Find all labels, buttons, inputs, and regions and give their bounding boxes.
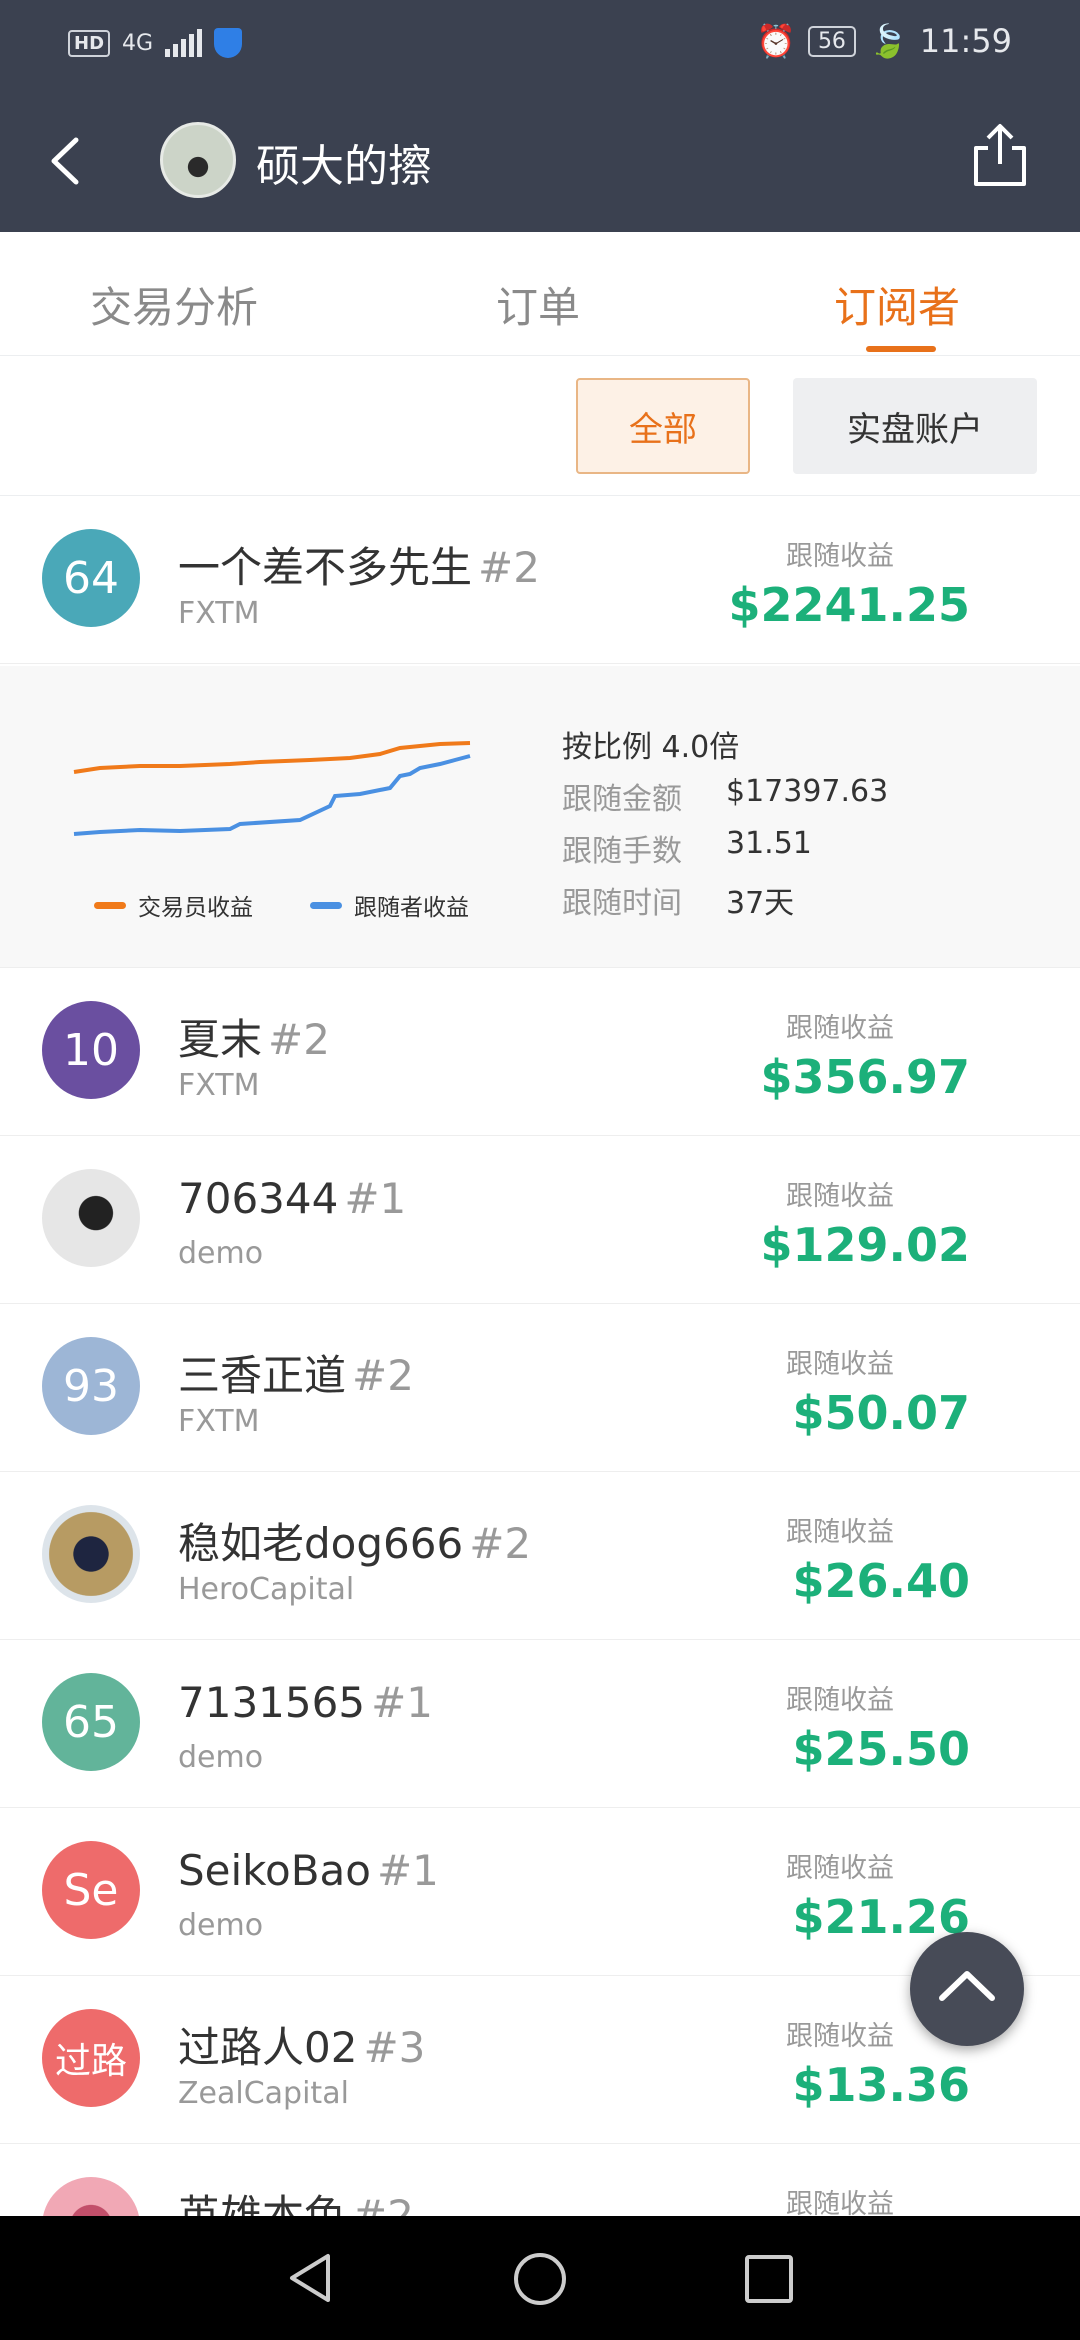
follow-time-row: 跟随时间 37天 — [562, 886, 795, 921]
subscriber-broker: demo — [178, 1908, 264, 1943]
profit-label: 跟随收益 — [786, 2021, 894, 2052]
follow-amount-row: 跟随金额 $17397.63 — [562, 774, 889, 817]
subscriber-rank: #1 — [344, 1174, 407, 1223]
scroll-to-top-button[interactable] — [910, 1932, 1024, 2046]
subscriber-name: 706344 #1 — [178, 1174, 407, 1223]
nav-back-icon[interactable] — [282, 2250, 342, 2306]
subscriber-broker: ZealCapital — [178, 2076, 349, 2111]
subscriber-row[interactable]: 稳如老dog666 #2 HeroCapital 跟随收益 $26.40 — [0, 1472, 1080, 1640]
nav-recents-icon[interactable] — [742, 2252, 796, 2306]
avatar — [42, 1505, 140, 1603]
app-bar: 硕大的擦 — [0, 90, 1080, 232]
subscriber-rank: #1 — [376, 1846, 439, 1895]
profit-value: $25.50 — [792, 1722, 970, 1776]
subscriber-rank: #2 — [469, 1519, 532, 1568]
tab-bar: 交易分析 订单 订阅者 — [0, 232, 1080, 356]
subscriber-broker: FXTM — [178, 1404, 260, 1439]
subscriber-broker: HeroCapital — [178, 1572, 355, 1607]
subscriber-detail-panel: 交易员收益 跟随者收益 按比例 4.0倍 跟随金额 $17397.63 跟随手数 3… — [0, 666, 1080, 968]
subscriber-name: 三香正道 #2 — [178, 1351, 414, 1400]
profit-label: 跟随收益 — [786, 1853, 894, 1884]
subscriber-row[interactable]: 65 7131565 #1 demo 跟随收益 $25.50 — [0, 1640, 1080, 1808]
subscriber-rank: #3 — [363, 2023, 426, 2072]
follow-ratio: 按比例 4.0倍 — [562, 730, 740, 765]
subscriber-row[interactable]: 64 一个差不多先生 #2 FXTM 跟随收益 $2241.25 — [0, 496, 1080, 664]
profit-value: $2241.25 — [728, 578, 970, 632]
signal-icon — [165, 29, 203, 57]
legend-trader: 交易员收益 — [94, 888, 253, 922]
subscriber-row[interactable]: 93 三香正道 #2 FXTM 跟随收益 $50.07 — [0, 1304, 1080, 1472]
tab-orders[interactable]: 订单 — [496, 274, 580, 335]
trader-avatar[interactable] — [160, 122, 236, 198]
leaf-icon: 🍃 — [867, 22, 908, 60]
filter-real-account-button[interactable]: 实盘账户 — [793, 378, 1037, 474]
battery-icon: 56 — [807, 25, 856, 57]
subscriber-name: 7131565 #1 — [178, 1678, 433, 1727]
subscriber-row[interactable]: 706344 #1 demo 跟随收益 $129.02 — [0, 1136, 1080, 1304]
filter-bar: 全部 实盘账户 — [0, 356, 1080, 496]
avatar: 93 — [42, 1337, 140, 1435]
subscriber-name: 一个差不多先生 #2 — [178, 543, 540, 592]
profit-value: $50.07 — [792, 1386, 970, 1440]
status-bar: HD 4G ⏰ 56 🍃 11:59 — [0, 0, 1080, 90]
subscriber-name: 夏末 #2 — [178, 1015, 330, 1064]
legend-swatch-follower — [310, 901, 342, 909]
nav-home-icon[interactable] — [511, 2250, 569, 2308]
system-nav-bar — [0, 2216, 1080, 2340]
profit-value: $129.02 — [760, 1218, 970, 1272]
legend-swatch-trader — [94, 901, 126, 909]
subscriber-rank: #1 — [371, 1678, 433, 1727]
profit-label: 跟随收益 — [786, 1517, 894, 1548]
profit-label: 跟随收益 — [786, 1685, 894, 1716]
profit-value: $13.36 — [792, 2058, 970, 2112]
trader-line — [73, 741, 471, 774]
share-icon[interactable] — [968, 120, 1032, 192]
chevron-up-icon — [939, 1971, 995, 2001]
subscriber-broker: demo — [178, 1740, 264, 1775]
subscriber-name: 稳如老dog666 #2 — [178, 1519, 532, 1568]
hd-icon: HD — [68, 29, 111, 57]
profit-value: $356.97 — [760, 1050, 970, 1104]
profit-chart — [73, 741, 471, 836]
profit-label: 跟随收益 — [786, 1013, 894, 1044]
subscriber-name: 过路人02 #3 — [178, 2023, 426, 2072]
subscriber-rank: #2 — [478, 543, 540, 592]
subscriber-rank: #2 — [268, 1015, 330, 1064]
subscriber-name: SeikoBao #1 — [178, 1846, 439, 1895]
profit-label: 跟随收益 — [786, 541, 894, 572]
filter-all-button[interactable]: 全部 — [576, 378, 750, 474]
subscriber-rank: #2 — [352, 1351, 414, 1400]
legend-follower: 跟随者收益 — [310, 888, 469, 922]
page-title: 硕大的擦 — [256, 141, 432, 192]
avatar: Se — [42, 1841, 140, 1939]
shield-icon — [214, 28, 243, 58]
clock: 11:59 — [919, 22, 1012, 60]
subscriber-broker: FXTM — [178, 1068, 260, 1103]
subscriber-broker: demo — [178, 1236, 264, 1271]
back-arrow-icon[interactable] — [40, 128, 100, 194]
active-tab-indicator — [866, 346, 936, 352]
profit-label: 跟随收益 — [786, 1349, 894, 1380]
avatar — [42, 1169, 140, 1267]
avatar: 64 — [42, 529, 140, 627]
tab-trade-analysis[interactable]: 交易分析 — [90, 274, 258, 335]
tab-subscribers[interactable]: 订阅者 — [834, 274, 960, 335]
subscriber-row[interactable]: 10 夏末 #2 FXTM 跟随收益 $356.97 — [0, 968, 1080, 1136]
subscriber-broker: FXTM — [178, 596, 260, 631]
subscriber-row[interactable]: Se SeikoBao #1 demo 跟随收益 $21.26 — [0, 1808, 1080, 1976]
alarm-icon: ⏰ — [756, 22, 796, 60]
profit-value: $26.40 — [792, 1554, 970, 1608]
avatar: 过路 — [42, 2009, 140, 2107]
avatar: 10 — [42, 1001, 140, 1099]
network-type: 4G — [122, 30, 154, 56]
follow-lots-row: 跟随手数 31.51 — [562, 826, 812, 869]
profit-label: 跟随收益 — [786, 1181, 894, 1212]
avatar: 65 — [42, 1673, 140, 1771]
